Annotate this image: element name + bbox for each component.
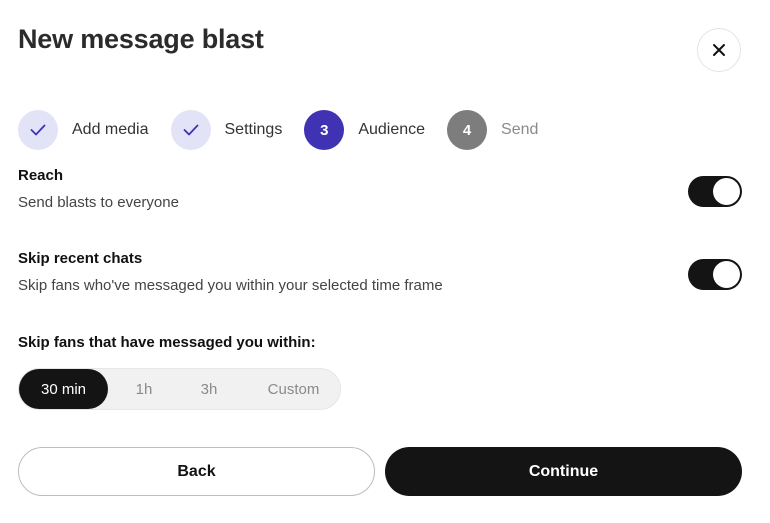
time-option-1h[interactable]: 1h [116,369,172,409]
step-label: Add media [72,121,149,138]
skip-recent-title: Skip recent chats [18,250,143,267]
step-number-pending: 4 [447,110,488,150]
step-audience: 3 Audience [304,110,425,150]
step-label: Audience [358,121,426,138]
reach-setting: Reach Send blasts to everyone [18,167,742,211]
check-icon [183,124,198,136]
reach-title: Reach [18,167,64,184]
step-circle-done [18,110,58,150]
close-button[interactable] [697,28,741,72]
skip-recent-description: Skip fans who've messaged you within you… [18,277,443,294]
time-frame-label: Skip fans that have messaged you within: [18,334,316,351]
close-icon [713,44,725,56]
message-blast-dialog: New message blast Add media Settings 3 A… [0,0,770,523]
dialog-title: New message blast [18,24,264,54]
reach-toggle[interactable] [688,176,742,207]
stepper: Add media Settings 3 Audience 4 Send [18,110,560,150]
skip-recent-setting: Skip recent chats Skip fans who've messa… [18,250,742,294]
step-label: Settings [224,121,283,138]
step-add-media[interactable]: Add media [18,110,149,150]
continue-button[interactable]: Continue [385,447,742,496]
step-circle-done [170,110,211,150]
step-settings[interactable]: Settings [170,110,283,150]
time-option-30min[interactable]: 30 min [19,369,108,409]
time-frame-selector: 30 min 1h 3h Custom [18,368,341,410]
check-icon [30,124,46,136]
step-label: Send [501,121,539,138]
back-button[interactable]: Back [18,447,375,496]
toggle-knob [713,178,740,205]
time-option-3h[interactable]: 3h [181,369,237,409]
skip-recent-toggle[interactable] [688,259,742,290]
step-number-active: 3 [304,110,345,150]
toggle-knob [713,261,740,288]
time-option-custom[interactable]: Custom [251,369,336,409]
step-send: 4 Send [447,110,538,150]
reach-description: Send blasts to everyone [18,194,179,211]
